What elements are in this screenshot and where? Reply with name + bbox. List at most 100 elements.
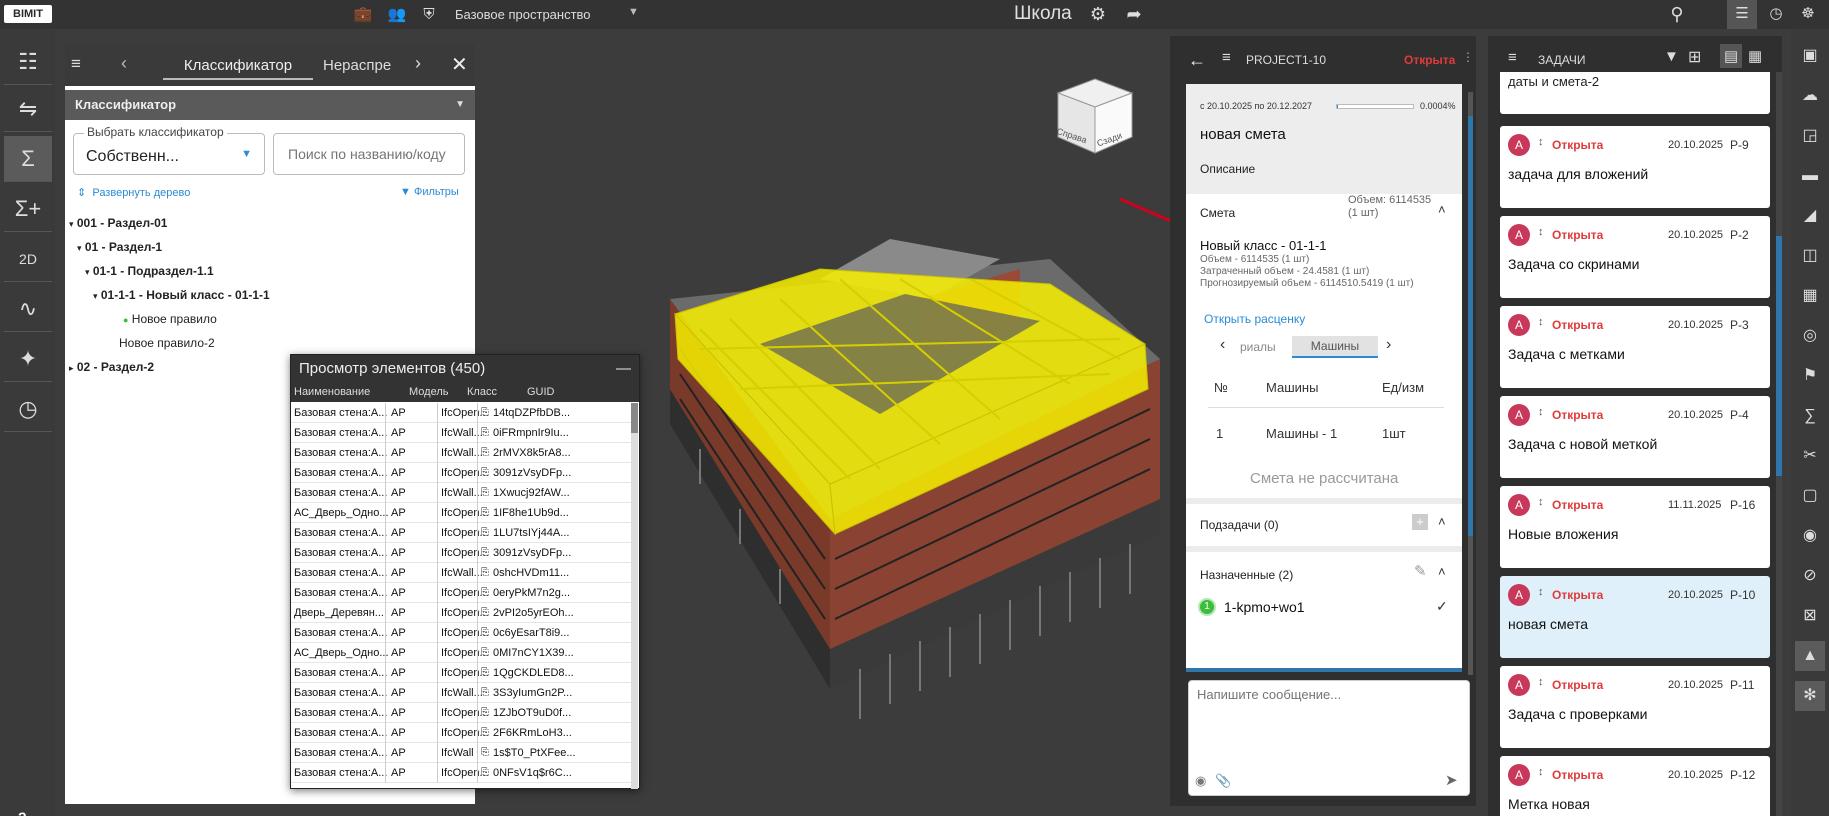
column-header[interactable]: Класс	[467, 386, 497, 398]
menu-icon[interactable]: ≡	[71, 54, 81, 74]
chevron-up-icon[interactable]: ˄	[1438, 514, 1446, 529]
copy-icon[interactable]: ⎘	[481, 427, 489, 438]
assigned-label[interactable]: Назначенные (2)	[1200, 568, 1293, 582]
more-icon[interactable]: ⋮	[1462, 50, 1474, 64]
table-row[interactable]: Базовая стена:А... АР IfcOpen... 1LU7tsIYj4…	[291, 523, 631, 543]
section-box-icon[interactable]: ◫	[1795, 241, 1825, 271]
clip-icon[interactable]: ⊠	[1795, 601, 1825, 631]
gauge-icon[interactable]: ◷	[4, 386, 52, 432]
puzzle-icon[interactable]: ✦	[4, 336, 52, 382]
task-card[interactable]: A Открыта 20.10.2025 P-3 Задача с метками ↕	[1500, 306, 1770, 388]
classifier-section-header[interactable]: Классификатор ▼	[65, 90, 475, 120]
table-row[interactable]: Базовая стена:А... АР IfcOpen... 3091zVsyDF…	[291, 463, 631, 483]
eye-icon[interactable]: ◉	[1795, 521, 1825, 551]
view-cube[interactable]	[1056, 77, 1134, 157]
tree-node[interactable]: ▾ 01-1-1 - Новый класс - 01-1-1	[93, 288, 270, 302]
chevron-left-icon[interactable]: ‹	[1220, 336, 1225, 354]
filters-button[interactable]: ▼ Фильтры	[400, 186, 459, 198]
message-input[interactable]	[1197, 687, 1461, 757]
copy-icon[interactable]: ⎘	[481, 767, 489, 778]
task-card[interactable]: A Открыта 11.11.2025 P-16 Новые вложения ↕	[1500, 486, 1770, 568]
space-selector-label[interactable]: Базовое пространство	[455, 7, 591, 22]
chevron-up-icon[interactable]: ˄	[1438, 202, 1446, 217]
table-row[interactable]: Дверь_Деревян... АР IfcOpen... 2vPI2o5yrEOh…	[291, 603, 631, 623]
app-logo[interactable]: BIMIT	[4, 5, 52, 23]
menu-icon[interactable]: ≡	[1508, 49, 1517, 66]
chart-line-icon[interactable]: ∿	[4, 286, 52, 332]
tree-node[interactable]: ▸ 02 - Раздел-2	[69, 360, 154, 374]
sum-plus-icon[interactable]: Σ+	[4, 186, 52, 232]
gear-icon[interactable]: ⚙	[1087, 3, 1109, 25]
status-badge[interactable]: Открыта	[1404, 53, 1455, 67]
tree-node[interactable]: ▾ 01-1 - Подраздел-1.1	[85, 264, 214, 278]
tree-node[interactable]: Новое правило-2	[119, 336, 215, 350]
table-row[interactable]: Базовая стена:А... АР IfcWall... 2rMVX8k5rA…	[291, 443, 631, 463]
task-title[interactable]: новая смета	[1200, 126, 1286, 143]
table-row[interactable]: Базовая стена:А... АР IfcWall... 1Xwucj92fA…	[291, 483, 631, 503]
task-card[interactable]: A Открыта 20.10.2025 P-2 Задача со скринами ↕	[1500, 216, 1770, 298]
table-row[interactable]: Базовая стена:А... АР IfcWall 1s$T0_PtXFee.…	[291, 743, 631, 763]
table-row[interactable]: Базовая стена:А... АР IfcOpen... 0eryPkM7n2…	[291, 583, 631, 603]
2d-icon[interactable]: 2D	[4, 236, 52, 282]
cut-icon[interactable]: ✂	[1795, 441, 1825, 471]
chevron-right-icon[interactable]: ›	[1386, 336, 1391, 354]
close-icon[interactable]: ✕	[451, 52, 468, 77]
back-arrow-icon[interactable]: ←	[1188, 50, 1206, 71]
scrollbar-thumb[interactable]	[1468, 116, 1473, 536]
tree-node[interactable]: ● Новое правило	[123, 312, 217, 326]
table-row[interactable]: Базовая стена:А... АР IfcOpen... 1QgCKDLED8…	[291, 663, 631, 683]
grid-plan-icon[interactable]: ▦	[1795, 281, 1825, 311]
copy-icon[interactable]: ⎘	[481, 627, 489, 638]
table-row[interactable]: Базовая стена:А... АР IfcOpen... 0NFsV1q$r6…	[291, 763, 631, 783]
tab-unassigned[interactable]: Нераспре	[323, 52, 391, 80]
scrollbar-thumb[interactable]	[1776, 236, 1782, 476]
copy-icon[interactable]: ⎘	[481, 507, 489, 518]
tree-node[interactable]: ▾ 01 - Раздел-1	[77, 240, 162, 254]
task-card[interactable]: A Открыта 20.10.2025 P-4 Задача с новой метк…	[1500, 396, 1770, 478]
paperclip-icon[interactable]: 📎	[1215, 773, 1231, 789]
chevron-right-icon[interactable]: ›	[415, 53, 421, 74]
sum-icon[interactable]: Σ	[4, 136, 52, 182]
table-view-icon[interactable]: ▦	[1748, 47, 1762, 65]
navigation-icon[interactable]: ✻	[1795, 681, 1825, 711]
table-row[interactable]: Базовая стена:А... АР IfcWall... 3S3yIumGn2…	[291, 683, 631, 703]
copy-icon[interactable]: ⎘	[481, 547, 489, 558]
menu-icon[interactable]: ≡	[1222, 49, 1231, 66]
st-icon[interactable]: ∑	[1795, 401, 1825, 431]
copy-icon[interactable]: ⎘	[481, 487, 489, 498]
classifier-search-input[interactable]	[273, 133, 465, 175]
add-subtask-icon[interactable]: +	[1412, 514, 1428, 530]
copy-icon[interactable]: ⎘	[481, 467, 489, 478]
column-header[interactable]: Наименование	[294, 386, 370, 398]
assignee-name[interactable]: 1-kpmo+wo1	[1224, 599, 1305, 615]
share-icon[interactable]: ➦	[1123, 3, 1145, 25]
chevron-up-icon[interactable]: ˄	[1438, 564, 1446, 579]
column-header[interactable]: Модель	[409, 386, 448, 398]
chevron-left-icon[interactable]: ‹	[121, 53, 127, 74]
users-icon[interactable]: 👥	[386, 4, 408, 26]
help-button[interactable]: ?	[18, 809, 27, 816]
box-icon[interactable]: ▢	[1795, 481, 1825, 511]
eye-off-icon[interactable]: ⊘	[1795, 561, 1825, 591]
classifier-tree-icon[interactable]: ☷	[4, 39, 52, 85]
table-row[interactable]: АС_Дверь_Одно... АР IfcOpen... 0MI7nCY1X39.…	[291, 643, 631, 663]
copy-icon[interactable]: ⎘	[481, 447, 489, 458]
ruler-icon[interactable]: ▬	[1795, 161, 1825, 191]
subtasks-label[interactable]: Подзадачи (0)	[1200, 518, 1279, 532]
minimize-icon[interactable]: —	[616, 355, 631, 383]
column-header[interactable]: GUID	[527, 386, 555, 398]
tab-machines[interactable]: Машины	[1292, 336, 1378, 358]
task-card[interactable]: A Открыта 20.10.2025 P-10 новая смета ↕	[1500, 576, 1770, 658]
tree-node[interactable]: ▾ 001 - Раздел-01	[69, 216, 167, 230]
expand-tree-button[interactable]: ⇕ Развернуть дерево	[77, 186, 190, 199]
shuffle-icon[interactable]: ⇋	[4, 86, 52, 132]
focus-icon[interactable]: ▣	[1795, 41, 1825, 71]
task-card[interactable]: даты и смета-2	[1500, 72, 1770, 114]
task-card[interactable]: A Открыта 20.10.2025 P-11 Задача с проверкам…	[1500, 666, 1770, 748]
tab-classifier[interactable]: Классификатор	[163, 52, 313, 80]
table-row[interactable]: Базовая стена:А... АР IfcOpen... 0c6yEsarT8…	[291, 623, 631, 643]
chevron-down-icon[interactable]: ▼	[628, 6, 639, 18]
copy-icon[interactable]: ⎘	[481, 747, 489, 758]
briefcase-icon[interactable]: 💼	[352, 4, 374, 26]
clock-icon[interactable]: ◷	[1765, 3, 1787, 25]
